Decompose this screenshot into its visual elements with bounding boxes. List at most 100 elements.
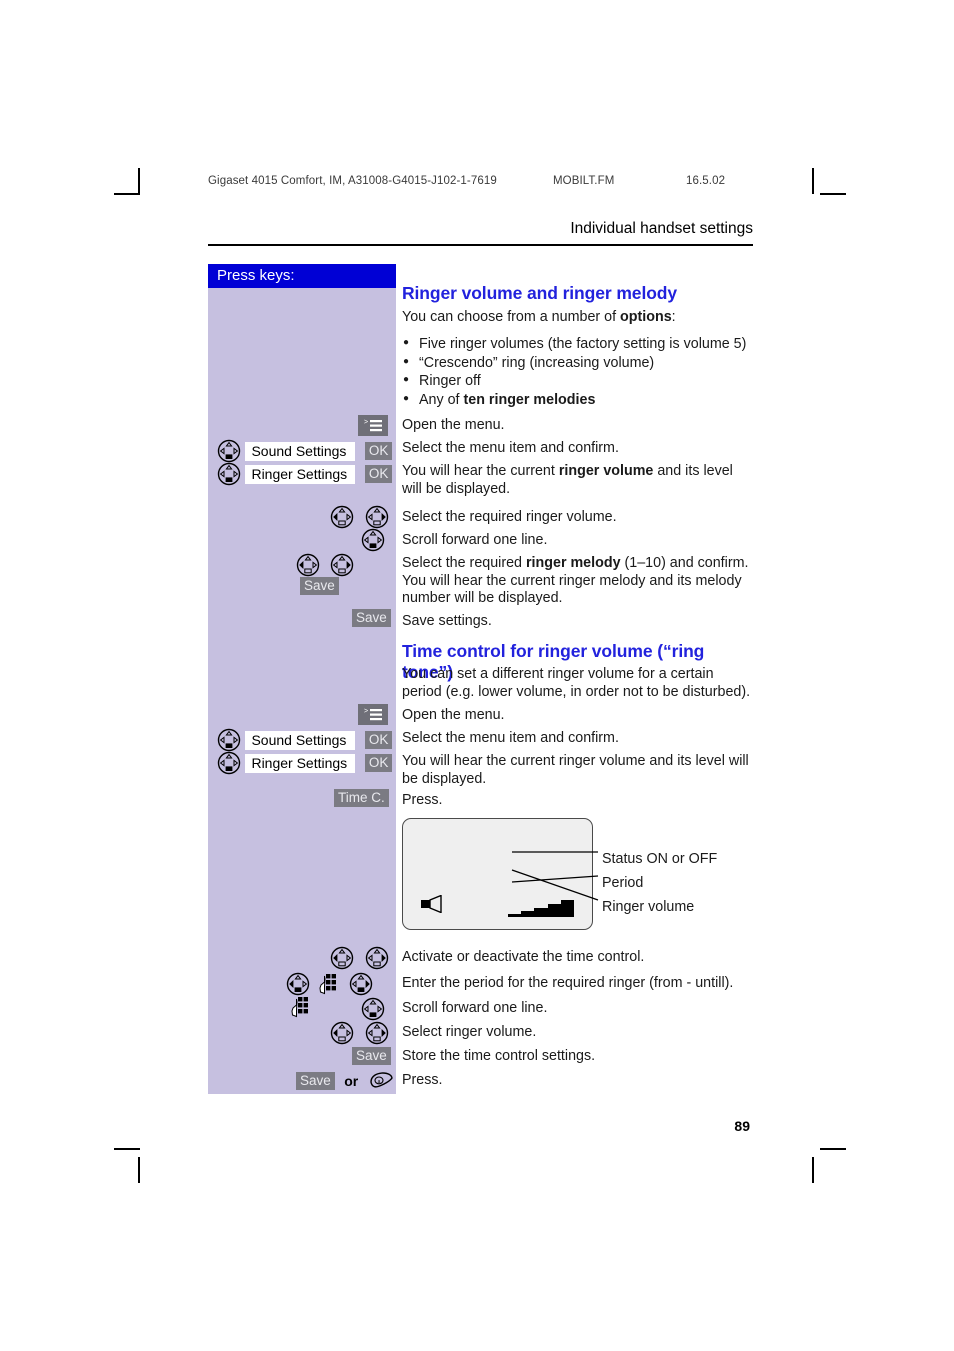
menu-key-icon[interactable]: > — [358, 704, 388, 725]
softkey-ok[interactable]: OK — [364, 754, 392, 772]
step-text: Scroll forward one line. — [402, 532, 548, 548]
crop-mark-bottom-right-vertical — [812, 1157, 814, 1183]
step-text: Select the required — [402, 555, 526, 571]
key-row-save-settings: Save — [352, 609, 391, 629]
softkey-save[interactable]: Save — [352, 609, 391, 627]
callout-label-status: Status ON or OFF — [602, 851, 718, 867]
speaker-icon — [421, 894, 447, 914]
key-row-ringer-settings-2: Ringer Settings OK — [217, 751, 392, 775]
nav-key-down-icon[interactable] — [361, 997, 385, 1021]
softkey-ok[interactable]: OK — [364, 442, 392, 460]
softkey-ok[interactable]: OK — [364, 731, 392, 749]
step-text: Open the menu. — [402, 417, 505, 433]
callout-label-period: Period — [602, 875, 644, 891]
nav-key-right-icon[interactable] — [349, 972, 373, 996]
lcd-label-ringer-settings: Ringer Settings — [245, 753, 356, 773]
step-text: Select the menu item and confirm. — [402, 730, 619, 746]
intro-pre: You can set a different ringer volume fo… — [402, 666, 751, 700]
option-text: Ringer off — [419, 373, 481, 389]
key-row-time-c: Time C. — [334, 789, 389, 809]
step-select-confirm-1: Select the menu item and confirm. — [402, 440, 754, 458]
svg-text:>: > — [364, 419, 368, 426]
step-text: Activate or deactivate the time control. — [402, 949, 645, 965]
crop-mark-bottom-right-horizontal — [820, 1148, 846, 1150]
step-text: Enter the period for the required ringer… — [402, 975, 734, 991]
step-text: You will hear the current — [402, 463, 559, 479]
intro-pre: You can choose from a number of — [402, 309, 621, 325]
step-text: Press. — [402, 792, 443, 808]
crop-mark-bottom-left-vertical — [138, 1157, 140, 1183]
keypad-key-icon[interactable] — [289, 996, 313, 1018]
list-item: Five ringer volumes (the factory setting… — [402, 334, 754, 354]
nav-key-down-icon[interactable] — [217, 751, 241, 775]
lcd-label-ringer-settings: Ringer Settings — [245, 464, 356, 484]
crop-mark-bottom-left-horizontal — [114, 1148, 140, 1150]
lcd-label-sound-settings: Sound Settings — [245, 730, 356, 750]
option-bold: ten ringer melodies — [463, 391, 596, 408]
step-store-time-control: Store the time control settings. — [402, 1048, 754, 1066]
step-activate-deactivate: Activate or deactivate the time control. — [402, 949, 754, 967]
nav-key-left-icon[interactable] — [330, 946, 354, 970]
nav-key-left-icon[interactable] — [330, 505, 354, 529]
softkey-save[interactable]: Save — [296, 1072, 335, 1090]
key-row-activate-deactivate — [330, 946, 389, 970]
nav-key-right-icon[interactable] — [365, 1021, 389, 1045]
document-id: Gigaset 4015 Comfort, IM, A31008-G4015-J… — [208, 175, 497, 187]
softkey-save[interactable]: Save — [300, 577, 339, 595]
revision-date: 16.5.02 — [686, 175, 726, 187]
key-row-open-menu-2: > — [358, 704, 388, 725]
option-text: “Crescendo” ring (increasing volume) — [419, 354, 655, 371]
crop-mark-top-left-horizontal — [114, 193, 140, 195]
softkey-time-c[interactable]: Time C. — [334, 789, 389, 807]
svg-text:a: a — [377, 1079, 380, 1085]
nav-key-right-icon[interactable] — [365, 505, 389, 529]
step-bold: ringer volume — [558, 463, 654, 479]
nav-key-down-icon[interactable] — [361, 528, 385, 552]
step-text: Select ringer volume. — [402, 1024, 537, 1040]
step-press-final: Press. — [402, 1072, 754, 1090]
nav-key-left-icon[interactable] — [330, 1021, 354, 1045]
softkey-save[interactable]: Save — [352, 1047, 391, 1065]
key-row-scroll-forward-1 — [361, 528, 385, 552]
manual-page: Gigaset 4015 Comfort, IM, A31008-G4015-J… — [0, 0, 954, 1351]
key-row-enter-period — [286, 972, 396, 1018]
nav-key-down-icon[interactable] — [217, 728, 241, 752]
crop-mark-top-left-vertical — [138, 168, 140, 194]
nav-key-right-icon[interactable] — [365, 946, 389, 970]
step-scroll-forward-2: Scroll forward one line. — [402, 1000, 754, 1018]
list-item: Any of ten ringer melodies — [402, 390, 754, 410]
nav-key-down-icon[interactable] — [217, 462, 241, 486]
softkey-ok[interactable]: OK — [364, 465, 392, 483]
key-row-store-settings: Save — [352, 1047, 391, 1067]
option-text: Any of — [419, 391, 464, 408]
lcd-label-sound-settings: Sound Settings — [245, 441, 356, 461]
key-row-select-ringer-volume-2 — [330, 1021, 389, 1045]
intro-bold: options — [620, 309, 672, 325]
or-conjunction: or — [344, 1073, 359, 1089]
step-select-ringer-melody: Select the required ringer melody (1–10)… — [402, 555, 754, 608]
callout-label-ringer-volume: Ringer volume — [602, 899, 695, 915]
step-scroll-forward-1: Scroll forward one line. — [402, 532, 754, 550]
step-text: You will hear the current ringer volume … — [402, 753, 749, 787]
intro-paragraph-2: You can set a different ringer volume fo… — [402, 666, 754, 701]
step-text: Select the menu item and confirm. — [402, 440, 619, 456]
file-name: MOBILT.FM — [553, 175, 615, 187]
chapter-title: Individual handset settings — [570, 220, 753, 237]
step-select-ringer-volume: Select the required ringer volume. — [402, 509, 754, 527]
key-row-ringer-settings-1: Ringer Settings OK — [217, 462, 392, 486]
options-list: Five ringer volumes (the factory setting… — [402, 334, 754, 410]
step-hear-ringer-volume: You will hear the current ringer volume … — [402, 463, 754, 498]
keypad-key-icon[interactable] — [317, 973, 341, 995]
step-select-ringer-volume-2: Select ringer volume. — [402, 1024, 754, 1042]
step-text: Store the time control settings. — [402, 1048, 596, 1064]
nav-key-left-icon[interactable] — [286, 972, 310, 996]
key-row-save-or-end: Save or a — [296, 1071, 394, 1091]
nav-key-left-icon[interactable] — [296, 553, 320, 577]
menu-key-icon[interactable]: > — [358, 415, 388, 436]
nav-key-right-icon[interactable] — [330, 553, 354, 577]
nav-key-down-icon[interactable] — [217, 439, 241, 463]
end-call-key-icon[interactable]: a — [368, 1071, 394, 1091]
intro-paragraph-1: You can choose from a number of options: — [402, 309, 754, 327]
step-open-menu-1: Open the menu. — [402, 417, 754, 435]
chapter-rule — [208, 244, 753, 246]
